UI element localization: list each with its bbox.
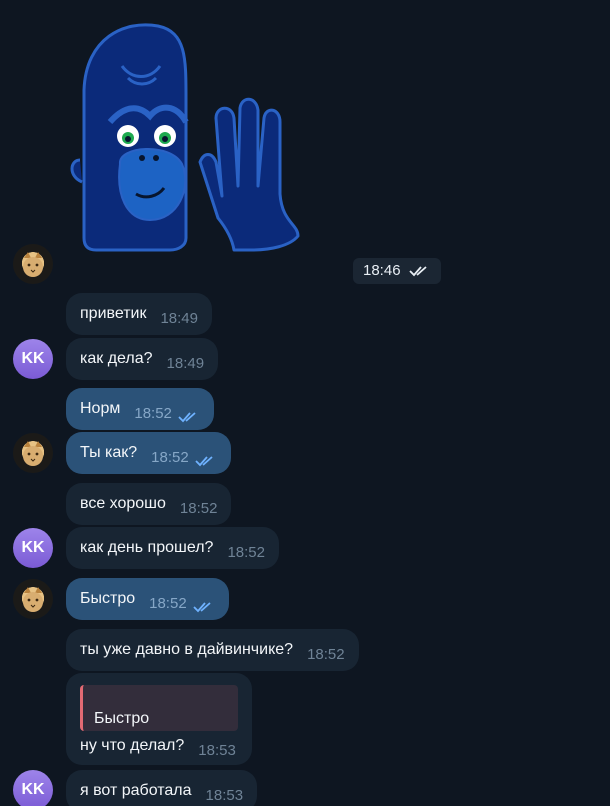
gorilla-wave-sticker[interactable] — [66, 18, 316, 254]
message-bubble-incoming[interactable]: ты уже давно в дайвинчике? 18:52 — [66, 629, 359, 671]
message-time: 18:52 — [151, 449, 189, 466]
avatar-kk[interactable]: KK — [13, 528, 53, 568]
read-check-icon — [408, 266, 427, 277]
avatar-kk[interactable]: KK — [13, 339, 53, 379]
read-check-icon — [178, 412, 196, 423]
message-text: Ты как? — [80, 444, 138, 461]
message-text: Норм — [80, 400, 121, 417]
message-text: ты уже давно в дайвинчике? — [80, 641, 294, 658]
sticker-time-label: 18:46 — [363, 262, 401, 279]
message-time: 18:52 — [179, 500, 218, 517]
read-check-icon — [193, 602, 211, 613]
message-bubble-incoming[interactable]: все хорошо 18:52 — [66, 483, 232, 525]
avatar-initials: KK — [21, 781, 45, 798]
avatar-initials: KK — [21, 539, 45, 556]
chat-window: 18:46 приветик 18:49 KK как дела? 18:49 — [0, 0, 610, 806]
avatar-cat[interactable] — [13, 433, 53, 473]
message-bubble-incoming[interactable]: как день прошел? 18:52 — [66, 527, 279, 569]
message-bubble-incoming[interactable]: я вот работала 18:53 — [66, 770, 258, 806]
avatar-cat[interactable] — [13, 244, 53, 284]
avatar-cat[interactable] — [13, 579, 53, 619]
message-text: приветик — [80, 305, 147, 322]
message-time: 18:52 — [227, 544, 265, 561]
cat-photo-icon — [23, 441, 43, 466]
message-text: как дела? — [80, 350, 153, 367]
read-check-icon — [195, 456, 213, 467]
reply-quote[interactable]: Быстро — [80, 685, 238, 731]
message-bubble-incoming[interactable]: как дела? 18:49 — [66, 338, 219, 380]
message-time: 18:52 — [307, 646, 345, 663]
cat-photo-icon — [23, 252, 43, 277]
message-bubble-outgoing[interactable]: Ты как? 18:52 — [66, 432, 231, 474]
avatar-initials: KK — [21, 350, 45, 367]
message-bubble-incoming[interactable]: приветик 18:49 — [66, 293, 212, 335]
message-text: ну что делал? — [80, 737, 185, 754]
message-time: 18:49 — [166, 355, 205, 372]
message-time: 18:49 — [160, 310, 198, 327]
message-time: 18:52 — [134, 405, 172, 422]
message-time: 18:52 — [149, 595, 187, 612]
cat-photo-icon — [23, 587, 43, 612]
message-bubble-outgoing[interactable]: Норм 18:52 — [66, 388, 214, 430]
avatar-kk[interactable]: KK — [13, 770, 53, 806]
sticker-timestamp: 18:46 — [353, 258, 441, 284]
message-text: как день прошел? — [80, 539, 214, 556]
message-text: Быстро — [80, 590, 136, 607]
message-bubble-with-reply[interactable]: Быстро ну что делал? 18:53 — [66, 673, 252, 765]
reply-quote-text: Быстро — [94, 710, 150, 727]
message-text: я вот работала — [80, 782, 192, 799]
message-time: 18:53 — [198, 742, 236, 759]
message-text: все хорошо — [80, 495, 166, 512]
message-bubble-outgoing[interactable]: Быстро 18:52 — [66, 578, 229, 620]
message-time: 18:53 — [205, 787, 244, 804]
